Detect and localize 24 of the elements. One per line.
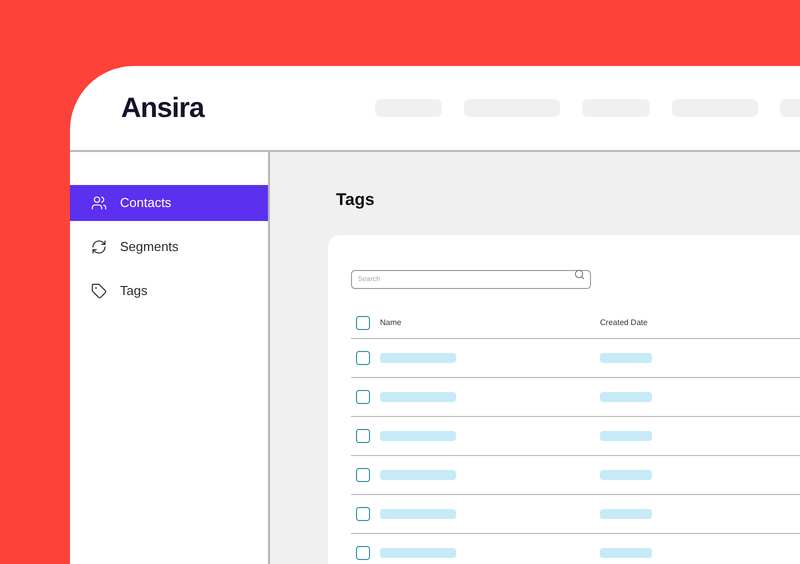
date-placeholder [600,470,652,480]
sidebar-item[interactable]: Contacts [70,185,268,221]
date-placeholder [600,431,652,441]
checkbox[interactable] [356,507,370,521]
checkbox[interactable] [356,351,370,365]
people-icon [91,195,107,211]
column-header: Name [380,316,402,328]
checkbox[interactable] [356,546,370,560]
date-placeholder [600,548,652,558]
checkbox[interactable] [356,390,370,404]
sidebar-item[interactable]: Tags [70,273,268,309]
search-icon [574,269,585,280]
date-placeholder [600,509,652,519]
sidebar-item[interactable]: Segments [70,229,268,265]
checkbox[interactable] [356,468,370,482]
date-placeholder [600,392,652,402]
refresh-icon [91,239,107,255]
page-title: Tags [336,189,376,211]
column-header: Created Date [600,316,648,328]
tag-icon [91,283,107,299]
logo: Ansira [121,91,206,125]
checkbox[interactable] [356,429,370,443]
date-placeholder [600,353,652,363]
checkbox[interactable] [356,316,370,330]
